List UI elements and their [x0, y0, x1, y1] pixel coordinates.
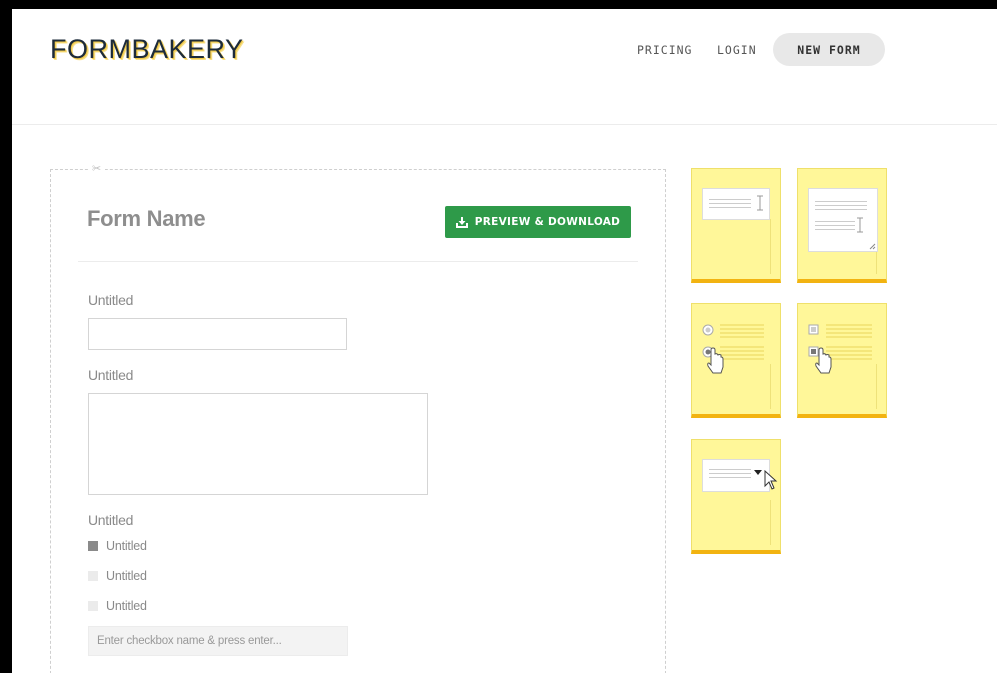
form-card: ✂ Form Name PREVIEW & DOWNLOAD Untitled … — [50, 162, 666, 673]
preview-download-label: PREVIEW & DOWNLOAD — [474, 216, 621, 228]
textarea-label[interactable]: Untitled — [88, 367, 133, 383]
preview-download-button[interactable]: PREVIEW & DOWNLOAD — [445, 206, 631, 238]
textarea-widget[interactable] — [797, 168, 887, 283]
text-field-input[interactable] — [88, 318, 347, 350]
page: FORMBAKERY PRICING LOGIN NEW FORM ✂ Form… — [12, 9, 997, 673]
paper-fold — [770, 500, 771, 545]
checkbox-option-label: Untitled — [106, 539, 147, 553]
site-header: FORMBAKERY PRICING LOGIN NEW FORM — [12, 9, 997, 125]
nav-pricing-link[interactable]: PRICING — [637, 43, 692, 57]
checkbox-option-label: Untitled — [106, 569, 147, 583]
paper-fold — [770, 219, 771, 274]
checkbox-option[interactable]: Untitled — [88, 569, 147, 583]
checkbox-widget[interactable] — [797, 303, 887, 418]
checkbox-option-label: Untitled — [106, 599, 147, 613]
scissors-icon: ✂ — [88, 162, 106, 175]
checkbox-option[interactable]: Untitled — [88, 539, 147, 553]
checkbox[interactable] — [88, 601, 98, 611]
checkbox-group-label[interactable]: Untitled — [88, 512, 133, 528]
text-field-widget[interactable] — [691, 168, 781, 283]
title-divider — [78, 261, 638, 262]
dropdown-widget[interactable] — [691, 439, 781, 554]
text-field-label[interactable]: Untitled — [88, 292, 133, 308]
radio-widget[interactable] — [691, 303, 781, 418]
add-checkbox-input[interactable]: Enter checkbox name & press enter... — [88, 626, 348, 656]
textarea-input[interactable] — [88, 393, 428, 495]
checkbox[interactable] — [88, 541, 98, 551]
checkbox[interactable] — [88, 571, 98, 581]
checkbox-option[interactable]: Untitled — [88, 599, 147, 613]
new-form-button[interactable]: NEW FORM — [773, 33, 885, 66]
nav-login-link[interactable]: LOGIN — [717, 43, 757, 57]
download-icon — [455, 216, 468, 228]
top-nav: PRICING LOGIN NEW FORM — [12, 33, 997, 67]
form-name-title[interactable]: Form Name — [87, 206, 206, 232]
